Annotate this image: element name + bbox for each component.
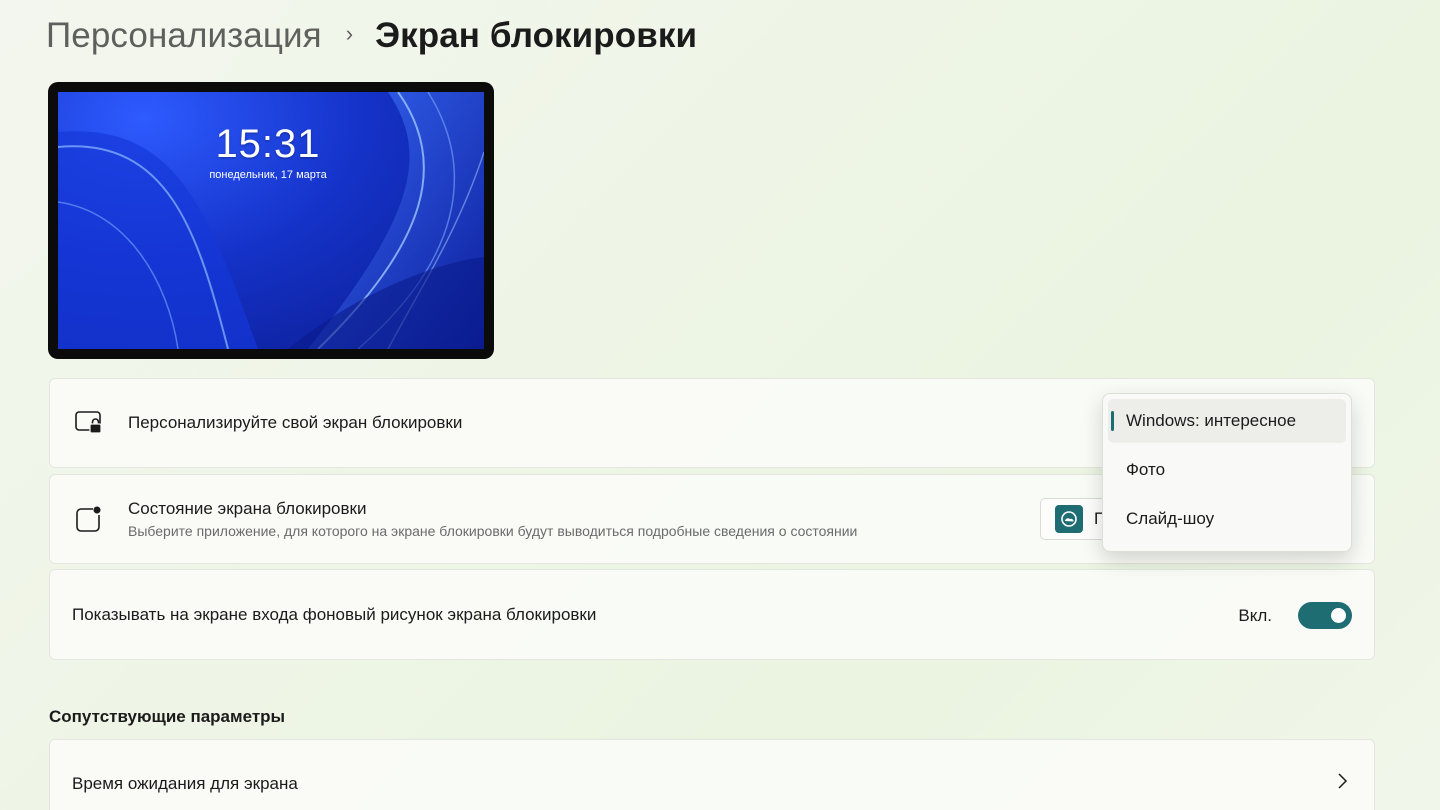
- status-title: Состояние экрана блокировки: [128, 499, 367, 518]
- option-photo[interactable]: Фото: [1108, 448, 1346, 492]
- option-windows-spotlight[interactable]: Windows: интересное: [1108, 399, 1346, 443]
- toggle-knob: [1331, 608, 1346, 623]
- preview-clock: 15:31: [215, 122, 321, 166]
- option-label: Windows: интересное: [1126, 411, 1297, 430]
- option-slideshow[interactable]: Слайд-шоу: [1108, 497, 1346, 541]
- breadcrumb: Персонализация › Экран блокировки: [46, 14, 697, 58]
- breadcrumb-separator: ›: [345, 21, 354, 46]
- screen-timeout-row[interactable]: Время ожидания для экрана: [49, 739, 1375, 810]
- weather-app-icon: [1055, 505, 1083, 533]
- preview-date: понедельник, 17 марта: [209, 169, 327, 181]
- screen-timeout-label: Время ожидания для экрана: [72, 774, 298, 793]
- page-title: Экран блокировки: [375, 16, 698, 55]
- option-label: Слайд-шоу: [1126, 509, 1215, 528]
- lock-screen-icon: [74, 408, 104, 438]
- signin-background-toggle[interactable]: [1298, 602, 1352, 629]
- signin-background-row: Показывать на экране входа фоновый рисун…: [49, 569, 1375, 660]
- breadcrumb-parent[interactable]: Персонализация: [46, 16, 322, 56]
- related-settings-heading: Сопутствующие параметры: [49, 707, 286, 726]
- lock-screen-preview: 15:31 понедельник, 17 марта: [48, 82, 494, 359]
- status-subtitle: Выберите приложение, для которого на экр…: [128, 523, 858, 539]
- signin-title: Показывать на экране входа фоновый рисун…: [72, 604, 597, 624]
- personalize-title: Персонализируйте свой экран блокировки: [128, 413, 463, 432]
- personalize-options-flyout: Windows: интересное Фото Слайд-шоу: [1102, 393, 1352, 552]
- toggle-state-label: Вкл.: [1238, 606, 1272, 625]
- lock-status-icon: [74, 504, 104, 534]
- chevron-right-icon: [1338, 773, 1348, 789]
- preview-wallpaper: 15:31 понедельник, 17 марта: [58, 92, 484, 349]
- selection-indicator: [1111, 411, 1114, 431]
- option-label: Фото: [1126, 460, 1166, 479]
